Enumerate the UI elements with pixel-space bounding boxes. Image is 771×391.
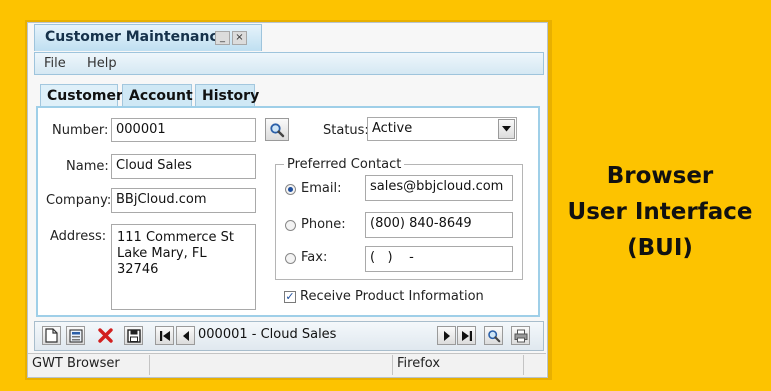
floppy-icon	[126, 328, 141, 343]
phone-radio[interactable]	[285, 220, 296, 231]
receive-info-checkbox[interactable]: ✓	[284, 291, 296, 303]
address-line-1: 111 Commerce St	[117, 230, 234, 245]
phone-label: Phone:	[301, 217, 346, 232]
first-record-button[interactable]	[155, 326, 174, 345]
company-label: Company:	[46, 193, 112, 208]
preferred-contact-title: Preferred Contact	[284, 157, 405, 172]
headline-line-2: User Interface	[567, 199, 753, 225]
status-select[interactable]: Active	[367, 117, 517, 141]
phone-field[interactable]: (800) 840-8649	[365, 212, 513, 238]
status-bar-left: GWT Browser	[28, 355, 150, 375]
new-document-icon	[45, 328, 58, 343]
tab-customer[interactable]: Customer	[40, 84, 123, 106]
save-record-button[interactable]	[66, 326, 85, 345]
headline-line-1: Browser	[606, 163, 714, 189]
dropdown-arrow-icon	[502, 126, 511, 132]
new-record-button[interactable]	[42, 326, 61, 345]
delete-icon	[97, 327, 113, 343]
search-icon	[270, 122, 285, 137]
close-button[interactable]: ×	[232, 31, 247, 45]
save-button[interactable]	[124, 326, 143, 345]
last-record-button[interactable]	[457, 326, 476, 345]
first-record-icon	[159, 330, 170, 341]
name-field[interactable]: Cloud Sales	[111, 154, 256, 179]
search-icon	[487, 329, 500, 342]
menu-file[interactable]: File	[44, 56, 66, 71]
address-line-3: 32746	[117, 262, 159, 277]
menu-help[interactable]: Help	[87, 56, 117, 71]
email-field[interactable]: sales@bbjcloud.com	[365, 175, 513, 201]
record-display: 000001 - Cloud Sales	[198, 327, 337, 342]
email-radio[interactable]	[285, 184, 296, 195]
fax-radio[interactable]	[285, 253, 296, 264]
email-label: Email:	[301, 181, 342, 196]
prev-record-button[interactable]	[176, 326, 195, 345]
receive-info-label: Receive Product Information	[300, 289, 484, 304]
status-label: Status:	[323, 123, 369, 138]
address-textarea[interactable]: 111 Commerce St Lake Mary, FL 32746	[111, 224, 256, 310]
lookup-button[interactable]	[265, 118, 289, 141]
tab-history[interactable]: History	[195, 84, 259, 106]
address-label: Address:	[50, 229, 107, 244]
print-icon	[514, 329, 527, 342]
last-record-icon	[461, 330, 472, 341]
number-field[interactable]: 000001	[111, 118, 256, 142]
status-bar-divider-2	[523, 355, 524, 375]
minimize-button[interactable]: _	[215, 31, 230, 45]
status-bar-right: Firefox	[397, 356, 441, 371]
status-value: Active	[372, 121, 413, 136]
prev-record-icon	[182, 330, 189, 341]
window-title: Customer Maintenance	[45, 29, 228, 45]
fax-field[interactable]: ( ) -	[365, 246, 513, 272]
next-record-button[interactable]	[437, 326, 456, 345]
address-line-2: Lake Mary, FL	[117, 246, 207, 261]
fax-label: Fax:	[301, 250, 328, 265]
tab-account[interactable]: Account	[122, 84, 193, 106]
delete-record-button[interactable]	[94, 324, 116, 346]
save-form-icon	[68, 328, 83, 343]
name-label: Name:	[66, 159, 109, 174]
number-label: Number:	[52, 123, 109, 138]
headline-line-3: (BUI)	[627, 235, 693, 261]
print-button[interactable]	[511, 326, 530, 345]
find-record-button[interactable]	[484, 326, 503, 345]
company-field[interactable]: BBjCloud.com	[111, 188, 256, 213]
status-dropdown-button[interactable]	[498, 119, 515, 139]
next-record-icon	[443, 330, 450, 341]
